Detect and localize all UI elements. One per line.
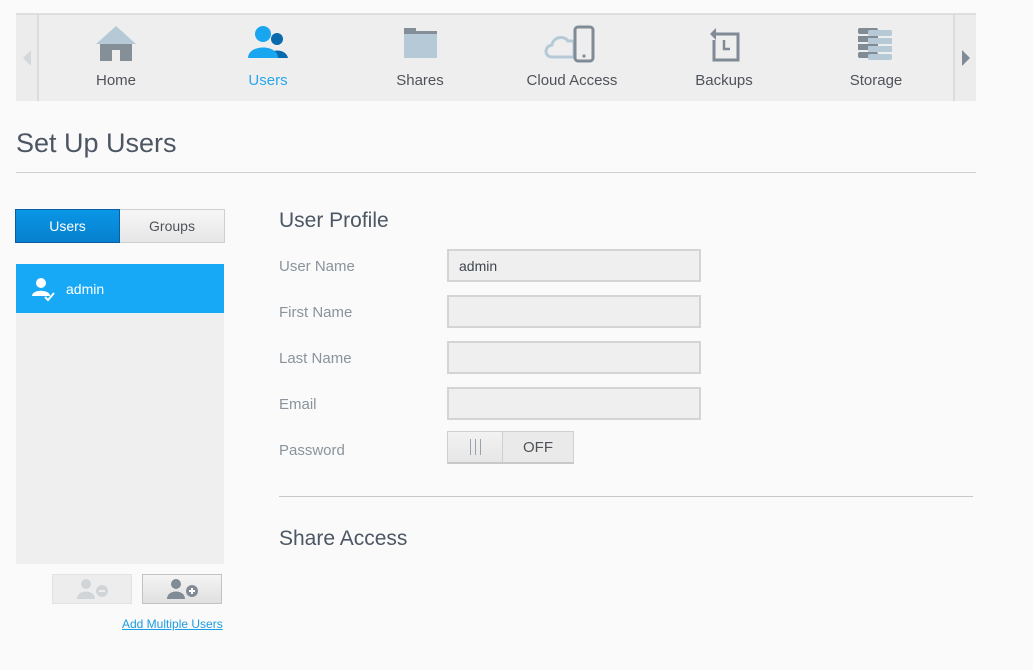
nav-item-shares[interactable]: Shares [344, 15, 496, 101]
nav-label: Backups [695, 72, 753, 89]
add-user-icon [167, 579, 198, 599]
share-access-heading: Share Access [279, 527, 408, 550]
email-field[interactable] [447, 387, 701, 420]
nav-label: Home [95, 72, 136, 89]
nav-item-users[interactable]: Users [192, 15, 344, 101]
users-icon [248, 26, 288, 58]
section-divider [279, 496, 973, 497]
user-name-label: User Name [279, 258, 355, 275]
remove-user-icon [77, 579, 108, 599]
title-divider [16, 172, 976, 173]
tab-users[interactable]: Users [15, 209, 120, 243]
nav-prev-button[interactable] [16, 15, 39, 101]
nav-label: Storage [849, 72, 903, 89]
nav-label: Shares [396, 72, 444, 89]
first-name-field[interactable] [447, 295, 701, 328]
nav-next-button[interactable] [953, 15, 976, 101]
nav-item-backups[interactable]: Backups [648, 15, 800, 101]
user-list: admin [16, 264, 224, 564]
user-name: admin [66, 280, 105, 297]
user-profile-heading: User Profile [279, 209, 389, 232]
nav-items: Home Users Shares Cloud Access Backups S… [40, 15, 952, 101]
home-icon [96, 26, 136, 61]
users-groups-toggle: Users Groups [15, 209, 225, 243]
admin-user-icon [32, 277, 55, 301]
add-user-button[interactable] [142, 574, 222, 604]
last-name-field[interactable] [447, 341, 701, 374]
nav-item-storage[interactable]: Storage [800, 15, 952, 101]
folder-icon [404, 28, 437, 58]
nav-item-cloud-access[interactable]: Cloud Access [496, 15, 648, 101]
password-toggle[interactable]: OFF [447, 431, 574, 464]
storage-icon [858, 28, 892, 60]
email-label: Email [279, 396, 317, 413]
chevron-right-icon [961, 50, 970, 66]
backup-icon [710, 28, 740, 62]
last-name-label: Last Name [279, 350, 352, 367]
user-list-item[interactable]: admin [16, 264, 224, 313]
nav-label: Users [248, 72, 288, 89]
password-label: Password [279, 442, 345, 459]
user-name-field[interactable]: admin [447, 249, 701, 282]
nav-item-home[interactable]: Home [40, 15, 192, 101]
nav-label: Cloud Access [526, 72, 618, 89]
remove-user-button[interactable] [52, 574, 132, 604]
tab-groups[interactable]: Groups [120, 209, 225, 243]
first-name-label: First Name [279, 304, 353, 321]
password-toggle-state: OFF [523, 438, 553, 456]
add-multiple-users-link[interactable]: Add Multiple Users [122, 617, 223, 631]
chevron-left-icon [22, 50, 31, 66]
page-title: Set Up Users [16, 128, 177, 158]
toggle-handle-icon [448, 432, 503, 462]
top-navigation: Home Users Shares Cloud Access Backups S… [16, 13, 976, 101]
cloud-device-icon [544, 25, 595, 63]
